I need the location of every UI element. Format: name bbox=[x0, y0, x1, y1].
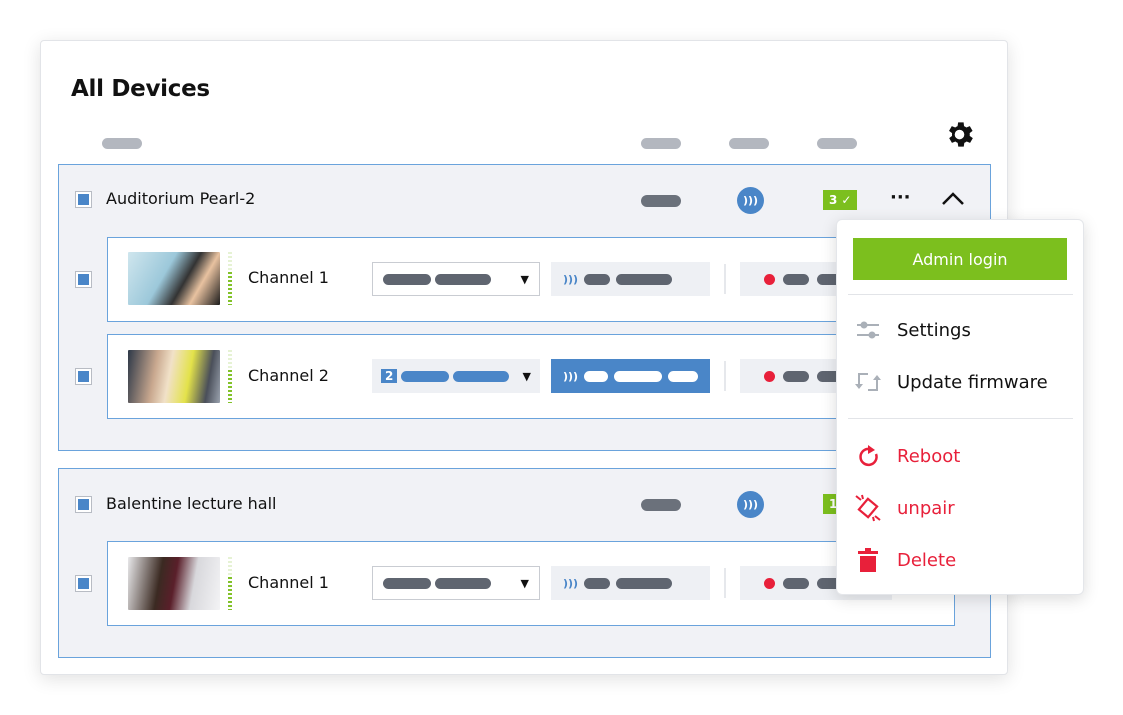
status-placeholder bbox=[641, 499, 681, 511]
channel-thumbnail bbox=[128, 252, 220, 305]
menu-divider bbox=[848, 418, 1073, 419]
menu-item-unpair[interactable]: unpair bbox=[853, 493, 955, 523]
channel-source-dropdown[interactable]: ▼ bbox=[372, 262, 540, 296]
menu-item-label: Settings bbox=[897, 319, 971, 341]
dropdown-arrow-icon: ▼ bbox=[522, 369, 531, 383]
column-header-placeholder bbox=[641, 138, 681, 149]
wireless-signal-icon: ))) bbox=[737, 187, 764, 214]
wireless-signal-icon: ))) bbox=[563, 576, 579, 590]
audio-level-meter bbox=[228, 557, 232, 610]
menu-item-settings[interactable]: Settings bbox=[853, 315, 971, 345]
audio-level-meter bbox=[228, 350, 232, 403]
menu-item-reboot[interactable]: Reboot bbox=[853, 441, 960, 471]
menu-divider bbox=[848, 294, 1073, 295]
menu-item-label: Reboot bbox=[897, 445, 961, 467]
dropdown-arrow-icon: ▼ bbox=[520, 576, 529, 590]
channel-name: Channel 1 bbox=[248, 268, 329, 287]
status-placeholder bbox=[641, 195, 681, 207]
menu-item-update-firmware[interactable]: Update firmware bbox=[853, 367, 1048, 397]
page-title: All Devices bbox=[71, 76, 210, 102]
divider bbox=[724, 568, 726, 598]
audio-level-meter bbox=[228, 252, 232, 305]
channel-signal-field[interactable]: ))) bbox=[551, 262, 710, 296]
chevron-up-icon[interactable] bbox=[941, 190, 965, 210]
channel-checkbox[interactable] bbox=[75, 271, 92, 288]
sliders-icon bbox=[853, 319, 883, 341]
trash-icon bbox=[853, 547, 883, 573]
menu-item-label: Delete bbox=[897, 549, 957, 571]
wireless-signal-icon: ))) bbox=[563, 369, 579, 383]
channel-signal-field[interactable]: ))) bbox=[551, 566, 710, 600]
channel-thumbnail bbox=[128, 557, 220, 610]
device-checkbox[interactable] bbox=[75, 496, 92, 513]
device-checkbox[interactable] bbox=[75, 191, 92, 208]
unpair-icon bbox=[853, 494, 883, 522]
device-context-menu: Admin login Settings Update firmware Reb… bbox=[836, 219, 1084, 595]
wireless-signal-icon: ))) bbox=[737, 491, 764, 518]
selector-badge: 2 bbox=[381, 369, 398, 383]
status-badge: 3 ✓ bbox=[823, 190, 858, 210]
channel-thumbnail bbox=[128, 350, 220, 403]
record-dot-icon bbox=[764, 370, 775, 382]
record-dot-icon bbox=[764, 577, 775, 589]
channel-source-dropdown[interactable]: ▼ bbox=[372, 566, 540, 600]
channel-source-dropdown[interactable]: 2 ▼ bbox=[372, 359, 540, 393]
channel-name: Channel 2 bbox=[248, 366, 329, 385]
column-header-placeholder bbox=[729, 138, 769, 149]
check-icon: ✓ bbox=[841, 193, 852, 207]
record-dot-icon bbox=[764, 273, 775, 285]
dropdown-arrow-icon: ▼ bbox=[520, 272, 529, 286]
update-arrows-icon bbox=[853, 370, 883, 394]
reboot-icon bbox=[853, 444, 883, 468]
channel-checkbox[interactable] bbox=[75, 368, 92, 385]
menu-item-delete[interactable]: Delete bbox=[853, 545, 956, 575]
badge-count: 3 bbox=[829, 193, 838, 207]
device-name: Auditorium Pearl-2 bbox=[106, 189, 256, 208]
menu-item-label: Update firmware bbox=[897, 371, 1048, 393]
more-icon[interactable]: ··· bbox=[890, 187, 911, 208]
channel-name: Channel 1 bbox=[248, 573, 329, 592]
wireless-signal-icon: ))) bbox=[563, 272, 579, 286]
channel-signal-field[interactable]: ))) bbox=[551, 359, 710, 393]
column-header-placeholder bbox=[817, 138, 857, 149]
divider bbox=[724, 264, 726, 294]
channel-checkbox[interactable] bbox=[75, 575, 92, 592]
gear-icon[interactable] bbox=[943, 118, 976, 155]
menu-item-label: unpair bbox=[897, 497, 955, 519]
divider bbox=[724, 361, 726, 391]
column-header-placeholder bbox=[102, 138, 142, 149]
device-name: Balentine lecture hall bbox=[106, 494, 277, 513]
admin-login-button[interactable]: Admin login bbox=[853, 238, 1067, 280]
